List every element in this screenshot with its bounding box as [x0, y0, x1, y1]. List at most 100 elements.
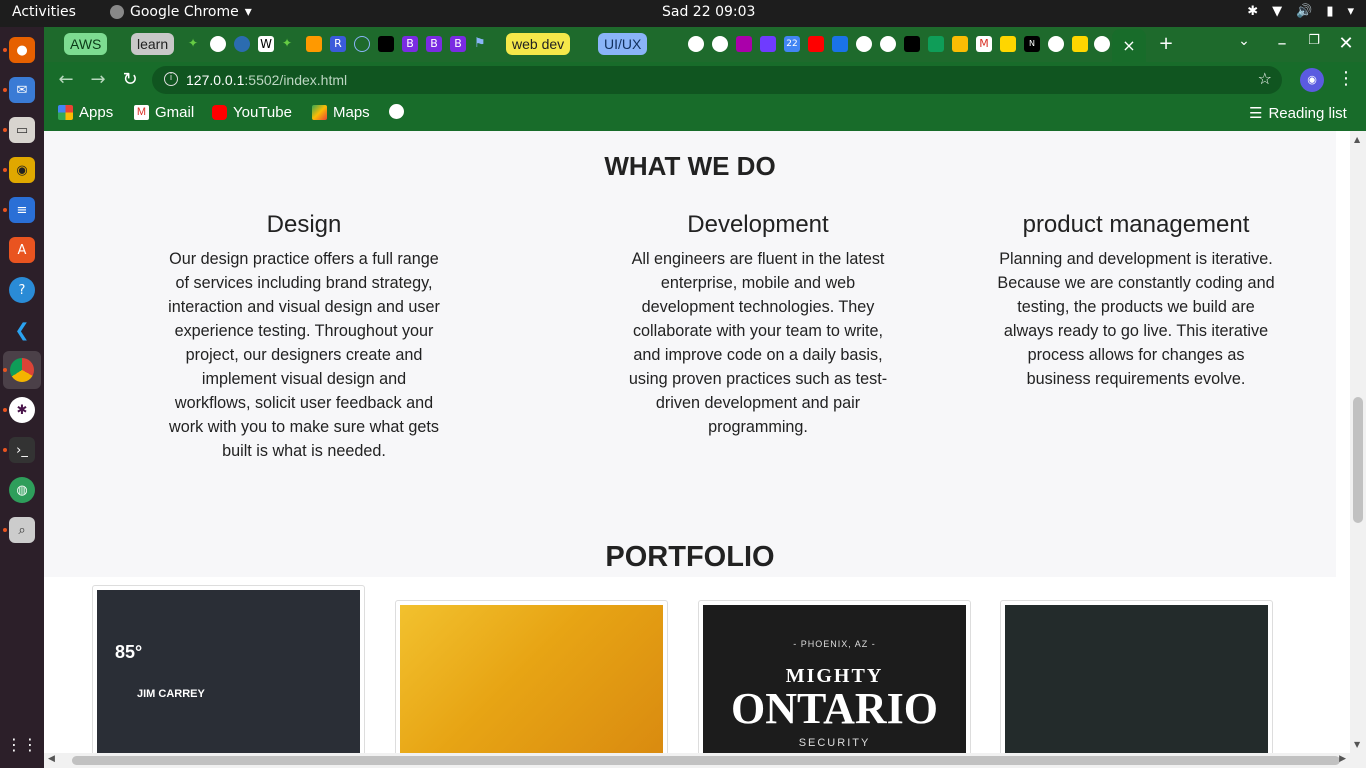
- files-icon[interactable]: ▭: [9, 117, 35, 143]
- back-icon[interactable]: ←: [54, 68, 78, 92]
- calendar-favicon[interactable]: 22: [784, 36, 800, 52]
- orange-favicon[interactable]: [306, 36, 322, 52]
- clock[interactable]: Sad 22 09:03: [662, 4, 755, 20]
- drive-favicon[interactable]: [928, 36, 944, 52]
- globe-icon: [389, 104, 404, 119]
- restore-icon[interactable]: ❐: [1302, 33, 1326, 48]
- gmail-favicon[interactable]: M: [976, 36, 992, 52]
- scroll-thumb[interactable]: [72, 756, 1340, 765]
- globe-favicon[interactable]: [1094, 36, 1110, 52]
- meet-favicon[interactable]: [952, 36, 968, 52]
- network-icon[interactable]: ◍: [9, 477, 35, 503]
- close-icon[interactable]: ×: [1122, 36, 1135, 55]
- vertical-scrollbar[interactable]: ▲ ▼: [1350, 131, 1366, 753]
- portfolio-item[interactable]: 85° JIM CARREY: [92, 585, 365, 753]
- scroll-left-icon[interactable]: ◀: [48, 754, 55, 764]
- portfolio-item[interactable]: [1000, 600, 1273, 753]
- cloud-favicon[interactable]: [354, 36, 370, 52]
- vscode-icon[interactable]: ❮: [9, 317, 35, 343]
- reload-icon[interactable]: ↻: [118, 68, 142, 92]
- coin-favicon[interactable]: [1000, 36, 1016, 52]
- rhythmbox-icon[interactable]: ◉: [9, 157, 35, 183]
- video-favicon[interactable]: [832, 36, 848, 52]
- bootstrap-favicon[interactable]: B: [402, 36, 418, 52]
- service-title: Development: [687, 211, 829, 238]
- slack-tray-icon[interactable]: ✱: [1247, 4, 1258, 19]
- bookmark-maps[interactable]: Maps: [312, 104, 370, 121]
- notion-favicon[interactable]: N: [1024, 36, 1040, 52]
- system-tray[interactable]: ✱ ▼ 🔊 ▮ ▾: [1247, 4, 1354, 19]
- bookmarks-bar: Apps M Gmail YouTube Maps ☰ Reading list: [44, 98, 1366, 131]
- minimize-icon[interactable]: –: [1270, 33, 1294, 54]
- globe-favicon[interactable]: [210, 36, 226, 52]
- edu-favicon[interactable]: [904, 36, 920, 52]
- new-tab-button[interactable]: +: [1154, 33, 1178, 54]
- bootstrap-favicon[interactable]: B: [426, 36, 442, 52]
- service-title: Design: [266, 211, 342, 238]
- gmail-icon: M: [134, 105, 149, 120]
- activities-button[interactable]: Activities: [12, 4, 76, 20]
- bookmark-globe[interactable]: [389, 104, 404, 119]
- help-icon[interactable]: ?: [9, 277, 35, 303]
- service-description: All engineers are fluent in the latest e…: [628, 250, 888, 436]
- bookmark-star-icon[interactable]: ☆: [1258, 69, 1272, 88]
- more-menu-icon[interactable]: ⋮: [1334, 68, 1358, 89]
- running-indicator: [3, 168, 7, 172]
- tab-search-icon[interactable]: ⌄: [1232, 33, 1256, 49]
- scroll-thumb[interactable]: [1353, 397, 1363, 523]
- coin-favicon[interactable]: [1072, 36, 1088, 52]
- wikipedia-favicon[interactable]: W: [258, 36, 274, 52]
- address-bar[interactable]: i 127.0.0.1:5502/index.html ☆: [152, 66, 1282, 94]
- bootstrap-favicon[interactable]: B: [450, 36, 466, 52]
- image-favicon[interactable]: [736, 36, 752, 52]
- globe-favicon[interactable]: [1048, 36, 1064, 52]
- reading-list-button[interactable]: ☰ Reading list: [1249, 104, 1347, 123]
- r-favicon[interactable]: R: [330, 36, 346, 52]
- chrome-dock-icon[interactable]: [3, 351, 41, 389]
- forward-icon[interactable]: →: [86, 68, 110, 92]
- close-window-icon[interactable]: ✕: [1334, 33, 1358, 54]
- purple-favicon[interactable]: [760, 36, 776, 52]
- info-icon[interactable]: i: [164, 72, 178, 86]
- show-apps-icon[interactable]: ⋮⋮: [6, 731, 38, 757]
- wave-favicon[interactable]: [234, 36, 250, 52]
- battery-icon: ▮: [1326, 4, 1334, 19]
- writer-icon[interactable]: ≡: [9, 197, 35, 223]
- firefox-icon[interactable]: ●: [9, 37, 35, 63]
- active-tab[interactable]: ×: [1112, 29, 1146, 62]
- image-text: - PHOENIX, AZ -: [793, 639, 876, 649]
- slack-icon[interactable]: ✱: [9, 397, 35, 423]
- tree-favicon[interactable]: ✦: [188, 36, 204, 52]
- power-menu-icon[interactable]: ▾: [1347, 4, 1354, 19]
- software-center-icon[interactable]: A: [9, 237, 35, 263]
- flag-favicon[interactable]: ⚑: [474, 36, 490, 52]
- tab-group-web-dev[interactable]: web dev: [506, 33, 571, 55]
- bookmark-youtube[interactable]: YouTube: [212, 104, 292, 121]
- globe-favicon[interactable]: [712, 36, 728, 52]
- globe-favicon[interactable]: [856, 36, 872, 52]
- scroll-down-icon[interactable]: ▼: [1354, 740, 1360, 749]
- url-text[interactable]: 127.0.0.1:5502/index.html: [186, 72, 347, 88]
- tree-favicon[interactable]: ✦: [282, 36, 298, 52]
- portfolio-item[interactable]: - PHOENIX, AZ - MIGHTY ONTARIO SECURITY: [698, 600, 971, 753]
- bookmark-apps[interactable]: Apps: [58, 104, 113, 121]
- image-viewer-icon[interactable]: ⌕: [9, 517, 35, 543]
- horizontal-scrollbar[interactable]: ◀ ▶: [44, 753, 1350, 768]
- edu-favicon[interactable]: [378, 36, 394, 52]
- youtube-favicon[interactable]: [808, 36, 824, 52]
- portfolio-item[interactable]: [395, 600, 668, 753]
- tab-group-learn[interactable]: learn: [131, 33, 175, 55]
- globe-favicon[interactable]: [880, 36, 896, 52]
- app-menu[interactable]: Google Chrome ▾: [110, 4, 252, 20]
- profile-avatar[interactable]: ◉: [1300, 68, 1324, 92]
- tab-group-ui-ux[interactable]: UI/UX: [598, 33, 648, 55]
- reading-list-icon: ☰: [1249, 105, 1263, 122]
- thunderbird-icon[interactable]: ✉: [9, 77, 35, 103]
- globe-favicon[interactable]: [688, 36, 704, 52]
- scroll-right-icon[interactable]: ▶: [1339, 754, 1346, 764]
- terminal-icon[interactable]: ›_: [9, 437, 35, 463]
- image-text: JIM CARREY: [137, 688, 205, 700]
- scroll-up-icon[interactable]: ▲: [1354, 135, 1360, 144]
- tab-group-aws[interactable]: AWS: [64, 33, 108, 55]
- bookmark-gmail[interactable]: M Gmail: [134, 104, 194, 121]
